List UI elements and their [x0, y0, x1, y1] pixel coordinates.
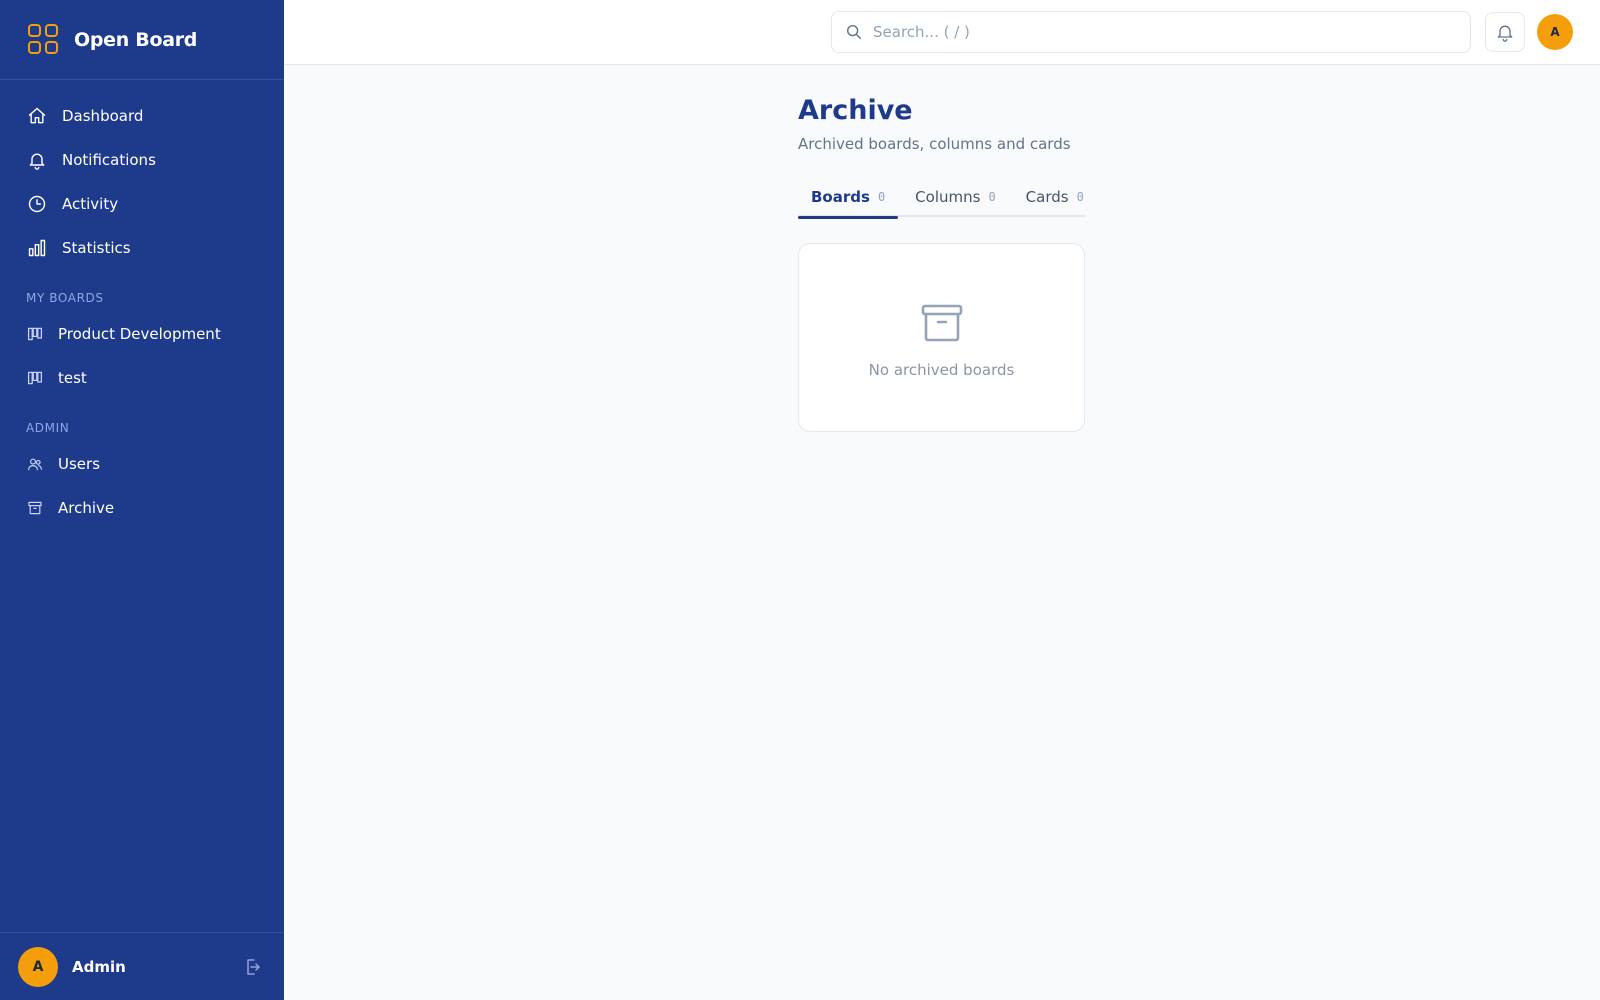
- search-input[interactable]: [873, 23, 1453, 41]
- avatar[interactable]: A: [18, 946, 58, 987]
- app-name: Open Board: [74, 28, 198, 51]
- search-icon: [846, 24, 862, 40]
- archive-icon: [28, 501, 42, 515]
- user-name: Admin: [72, 957, 126, 976]
- nav-item-dashboard[interactable]: Dashboard: [0, 94, 284, 138]
- nav-label: Activity: [62, 195, 119, 213]
- tab-label: Boards: [811, 188, 870, 206]
- nav-item-activity[interactable]: Activity: [0, 182, 284, 226]
- nav-item-notifications[interactable]: Notifications: [0, 138, 284, 182]
- topbar: A: [284, 0, 1600, 65]
- empty-state-card: No archived boards: [798, 243, 1085, 432]
- nav-item-statistics[interactable]: Statistics: [0, 226, 284, 270]
- bell-icon: [29, 153, 45, 170]
- bar-chart-icon: [28, 239, 46, 257]
- nav-item-archive[interactable]: Archive: [0, 486, 284, 530]
- logout-icon[interactable]: [242, 957, 262, 977]
- notifications-button[interactable]: [1485, 12, 1525, 52]
- page-title: Archive: [798, 95, 913, 126]
- board-label: test: [58, 369, 87, 387]
- user-avatar[interactable]: A: [1537, 14, 1573, 50]
- nav-label: Users: [58, 455, 101, 473]
- tab-label: Columns: [915, 188, 981, 206]
- main-nav: Dashboard Notifications Activity Statist…: [0, 80, 284, 530]
- sidebar: Open Board Dashboard Notifications Activ…: [0, 0, 284, 1000]
- board-icon: [27, 371, 43, 385]
- tab-count: 0: [877, 190, 886, 204]
- nav-label: Dashboard: [62, 107, 144, 125]
- empty-state-message: No archived boards: [868, 360, 1015, 379]
- board-item-product-development[interactable]: Product Development: [0, 312, 284, 356]
- board-label: Product Development: [58, 325, 221, 343]
- page-subtitle: Archived boards, columns and cards: [798, 135, 1071, 153]
- users-icon: [28, 458, 42, 471]
- nav-label: Notifications: [62, 151, 156, 169]
- tab-columns[interactable]: Columns 0: [902, 177, 1009, 217]
- board-icon: [27, 327, 43, 341]
- archive-icon: [921, 304, 962, 341]
- nav-label: Archive: [58, 499, 115, 517]
- home-icon: [28, 107, 46, 124]
- tab-boards[interactable]: Boards 0: [798, 177, 899, 219]
- sidebar-footer: A Admin: [0, 932, 284, 1000]
- nav-item-users[interactable]: Users: [0, 442, 284, 486]
- search-box[interactable]: [831, 11, 1471, 53]
- bell-icon: [1497, 25, 1513, 42]
- archive-tabs: Boards 0 Columns 0 Cards 0: [798, 177, 1085, 219]
- tab-count: 0: [1076, 190, 1084, 204]
- section-label-admin: ADMIN: [26, 421, 70, 435]
- tab-cards[interactable]: Cards 0: [1013, 177, 1097, 217]
- section-label-my-boards: MY BOARDS: [26, 291, 104, 305]
- main-content: Archive Archived boards, columns and car…: [798, 65, 1088, 432]
- nav-label: Statistics: [62, 239, 131, 257]
- tab-count: 0: [988, 190, 996, 204]
- tab-label: Cards: [1025, 188, 1069, 206]
- clock-icon: [28, 195, 46, 213]
- brand[interactable]: Open Board: [0, 0, 284, 80]
- board-item-test[interactable]: test: [0, 356, 284, 400]
- logo-icon: [28, 23, 60, 56]
